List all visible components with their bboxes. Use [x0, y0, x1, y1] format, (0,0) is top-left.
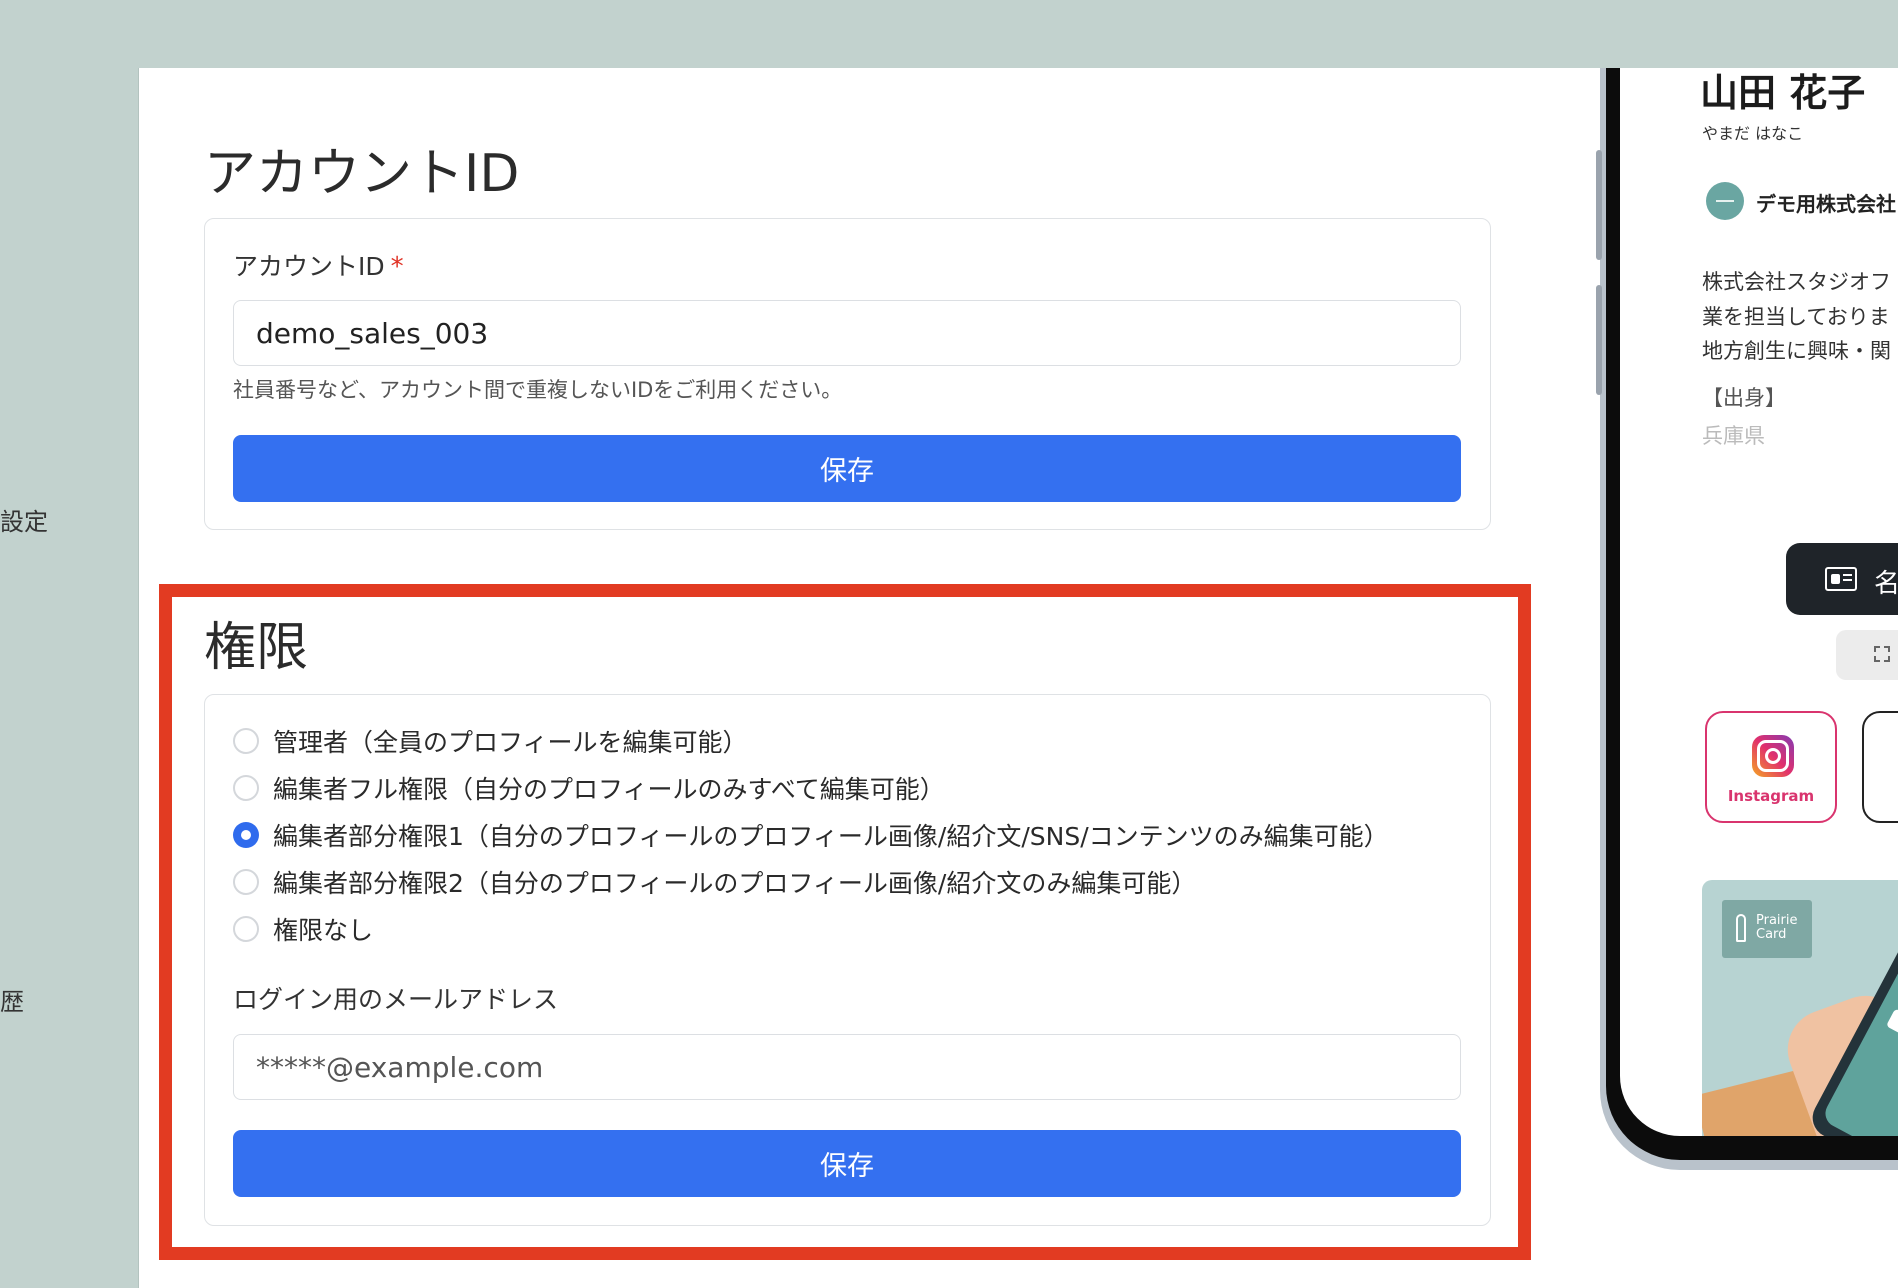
account-id-label-text: アカウントID: [233, 252, 385, 281]
top-bar: [1600, 0, 1898, 68]
prairie-card-logo: Prairie Card: [1722, 900, 1812, 958]
qr-code-icon: [1874, 646, 1890, 662]
profile-name: 山田 花子: [1700, 71, 1866, 115]
account-id-input[interactable]: [233, 300, 1461, 366]
account-id-save-button[interactable]: 保存: [233, 435, 1461, 502]
origin-label: 【出身】: [1702, 386, 1786, 410]
permission-option-label: 編集者部分権限1（自分のプロフィールのプロフィール画像/紹介文/SNS/コンテン…: [273, 822, 1389, 851]
company-logo-icon: [1706, 182, 1744, 220]
permission-option-admin[interactable]: 管理者（全員のプロフィールを編集可能）: [233, 723, 748, 759]
permission-section-title: 権限: [204, 618, 309, 678]
permission-option-editor-partial-2[interactable]: 編集者部分権限2（自分のプロフィールのプロフィール画像/紹介文のみ編集可能）: [233, 864, 1196, 900]
phone-side-button: [1596, 150, 1602, 260]
prairie-card-banner[interactable]: Prairie Card: [1702, 880, 1898, 1136]
instagram-icon: [1752, 735, 1794, 777]
company-name: デモ用株式会社: [1756, 192, 1896, 216]
radio-button[interactable]: [233, 728, 259, 754]
id-card-icon: [1825, 567, 1857, 591]
permission-option-label: 編集者フル権限（自分のプロフィールのみすべて編集可能）: [273, 775, 945, 804]
prairie-logo-icon: [1736, 914, 1746, 942]
bio-line: 地方創生に興味・関: [1702, 339, 1891, 364]
login-email-label: ログイン用のメールアドレス: [233, 985, 559, 1014]
qr-code-button[interactable]: [1836, 630, 1898, 680]
instagram-link[interactable]: Instagram: [1705, 711, 1837, 823]
profile-kana: やまだ はなこ: [1702, 124, 1804, 143]
banner-logo-line: Card: [1756, 927, 1787, 943]
banner-logo-line: Prairie: [1756, 913, 1798, 928]
permission-option-label: 権限なし: [273, 916, 374, 945]
sidebar: 設定 歴: [0, 68, 139, 1288]
origin-value: 兵庫県: [1702, 424, 1765, 448]
permission-option-label: 管理者（全員のプロフィールを編集可能）: [273, 728, 748, 757]
social-link[interactable]: [1862, 711, 1898, 823]
save-card-button[interactable]: 名: [1786, 543, 1898, 615]
bio-line: 業を担当しておりま: [1702, 304, 1890, 329]
save-card-label: 名: [1874, 569, 1898, 599]
permission-option-editor-partial-1[interactable]: 編集者部分権限1（自分のプロフィールのプロフィール画像/紹介文/SNS/コンテン…: [233, 817, 1389, 853]
phone-side-button: [1596, 285, 1602, 395]
profile-bio: 株式会社スタジオフ 業を担当しておりま 地方創生に興味・関: [1702, 265, 1891, 369]
permission-option-none[interactable]: 権限なし: [233, 911, 373, 947]
bio-line: 株式会社スタジオフ: [1702, 270, 1891, 294]
permission-save-button[interactable]: 保存: [233, 1130, 1461, 1197]
required-asterisk-icon: *: [390, 252, 404, 282]
login-email-input[interactable]: [233, 1034, 1461, 1100]
sidebar-item-history[interactable]: 歴: [0, 982, 24, 1017]
phone-screen: 山田 花子 やまだ はなこ デモ用株式会社 株式会社スタジオフ 業を担当しており…: [1620, 40, 1898, 1136]
account-id-field-label: アカウントID *: [233, 254, 404, 280]
radio-button[interactable]: [233, 775, 259, 801]
radio-button[interactable]: [233, 916, 259, 942]
permission-option-editor-full[interactable]: 編集者フル権限（自分のプロフィールのみすべて編集可能）: [233, 770, 945, 806]
account-id-help-text: 社員番号など、アカウント間で重複しないIDをご利用ください。: [233, 378, 843, 402]
instagram-label: Instagram: [1727, 787, 1815, 805]
radio-button[interactable]: [233, 869, 259, 895]
account-id-section-title: アカウントID: [204, 144, 520, 204]
sidebar-item-settings[interactable]: 設定: [0, 502, 48, 537]
permission-option-label: 編集者部分権限2（自分のプロフィールのプロフィール画像/紹介文のみ編集可能）: [273, 869, 1197, 898]
radio-button-checked[interactable]: [233, 822, 259, 848]
